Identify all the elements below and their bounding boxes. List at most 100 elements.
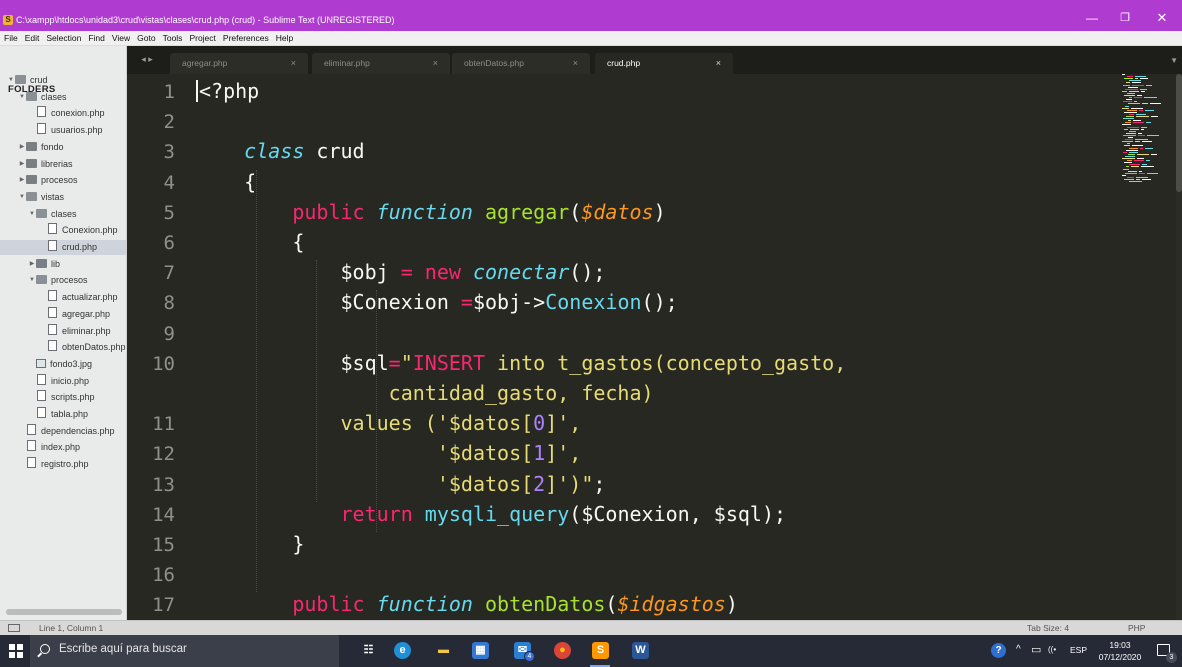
tree-item-agregar-php[interactable]: agregar.php bbox=[0, 306, 126, 322]
code-editor[interactable]: 1 2 3 4 5 6 7 8 9 10 11 12 13 14 15 16 17 <?php class cr… bbox=[127, 74, 1182, 620]
code-area[interactable]: <?php class crud { public function agreg… bbox=[127, 74, 1127, 620]
code-line: cantidad_gasto, fecha) bbox=[196, 381, 654, 405]
tree-item-crud[interactable]: ▼ crud bbox=[0, 73, 126, 88]
menu-find[interactable]: Find bbox=[84, 31, 108, 46]
wifi-icon[interactable]: ((• bbox=[1048, 645, 1056, 667]
minimap[interactable] bbox=[1122, 74, 1162, 186]
tree-item-crud-php[interactable]: crud.php bbox=[0, 240, 126, 255]
tab-navigation-arrows[interactable]: ◂ ▸ bbox=[127, 54, 167, 65]
code-line: } bbox=[196, 532, 304, 556]
taskbar-app-file-explorer[interactable]: ▬ bbox=[423, 635, 463, 667]
close-button[interactable]: ✕ bbox=[1153, 9, 1171, 27]
battery-icon[interactable]: ▭ bbox=[1031, 643, 1041, 667]
taskbar-clock[interactable]: 19:03 07/12/2020 bbox=[1097, 639, 1143, 663]
help-icon[interactable]: ? bbox=[991, 643, 1006, 658]
editor-vertical-scrollbar[interactable] bbox=[1176, 74, 1182, 620]
tab-size[interactable]: Tab Size: 4 bbox=[1027, 621, 1069, 636]
menu-file[interactable]: File bbox=[0, 31, 21, 46]
minimap-mark bbox=[1136, 179, 1140, 180]
tree-item-index-php[interactable]: index.php bbox=[0, 440, 126, 455]
close-tab-icon[interactable]: × bbox=[291, 53, 296, 74]
minimap-mark bbox=[1122, 107, 1129, 109]
code-token: conectar bbox=[472, 260, 570, 285]
scrollbar-thumb[interactable] bbox=[1176, 74, 1182, 192]
minimap-mark bbox=[1128, 137, 1133, 138]
taskbar-app-mail[interactable]: ✉ 4 bbox=[502, 635, 542, 667]
expanded-arrow-icon[interactable]: ▼ bbox=[7, 73, 15, 88]
tab-agregar[interactable]: agregar.php × bbox=[170, 53, 308, 74]
tree-item-fondo[interactable]: ▶ fondo bbox=[0, 140, 126, 155]
tree-item-usuarios-php[interactable]: usuarios.php bbox=[0, 123, 126, 138]
minimap-mark bbox=[1128, 120, 1131, 122]
menu-view[interactable]: View bbox=[108, 31, 133, 46]
collapsed-arrow-icon[interactable]: ▶ bbox=[18, 157, 26, 172]
minimap-mark bbox=[1132, 82, 1141, 84]
collapsed-arrow-icon[interactable]: ▶ bbox=[18, 140, 26, 155]
code-token: INSERT bbox=[412, 350, 485, 375]
tab-list-dropdown-icon[interactable]: ▼ bbox=[1170, 56, 1178, 65]
tree-item-procesos[interactable]: ▶ procesos bbox=[0, 173, 126, 188]
tree-item-scripts-php[interactable]: scripts.php bbox=[0, 390, 126, 405]
tree-item-dependencias-php[interactable]: dependencias.php bbox=[0, 423, 126, 439]
tab-eliminar[interactable]: eliminar.php × bbox=[312, 53, 450, 74]
panel-toggle-icon[interactable] bbox=[8, 624, 20, 632]
tree-item-lib[interactable]: ▶ lib bbox=[0, 257, 126, 272]
expanded-arrow-icon[interactable]: ▼ bbox=[18, 90, 26, 105]
tree-item-tabla-php[interactable]: tabla.php bbox=[0, 407, 126, 422]
expanded-arrow-icon[interactable]: ▼ bbox=[28, 207, 36, 222]
menu-help[interactable]: Help bbox=[272, 31, 296, 46]
taskbar-search-box[interactable]: Escribe aquí para buscar bbox=[30, 635, 339, 667]
folder-icon bbox=[36, 258, 47, 268]
tree-item-inicio-php[interactable]: inicio.php bbox=[0, 373, 126, 389]
tree-item-fondo3-jpg[interactable]: fondo3.jpg bbox=[0, 357, 126, 372]
minimap-mark bbox=[1126, 132, 1136, 134]
minimap-mark bbox=[1128, 103, 1140, 105]
windows-start-icon[interactable] bbox=[9, 644, 23, 658]
expanded-arrow-icon[interactable]: ▼ bbox=[28, 273, 36, 288]
close-tab-icon[interactable]: × bbox=[573, 53, 578, 74]
menu-goto[interactable]: Goto bbox=[133, 31, 158, 46]
tab-crud[interactable]: crud.php × bbox=[595, 53, 733, 74]
expanded-arrow-icon[interactable]: ▼ bbox=[18, 190, 26, 205]
tree-item-vistas[interactable]: ▼ vistas bbox=[0, 190, 126, 205]
taskbar-app-edge[interactable]: e bbox=[382, 635, 422, 667]
minimap-mark bbox=[1125, 105, 1129, 107]
maximize-button[interactable]: ❐ bbox=[1116, 9, 1134, 27]
tree-item-eliminar-php[interactable]: eliminar.php bbox=[0, 323, 126, 339]
syntax-mode[interactable]: PHP bbox=[1128, 621, 1145, 636]
close-tab-icon[interactable]: × bbox=[433, 53, 438, 74]
taskbar-app-word[interactable]: W bbox=[620, 635, 660, 667]
tab-obtendatos[interactable]: obtenDatos.php × bbox=[452, 53, 590, 74]
taskbar-app-chrome[interactable]: ● bbox=[542, 635, 582, 667]
file-icon bbox=[37, 390, 46, 402]
taskbar-app-sublime[interactable]: S bbox=[580, 635, 620, 667]
tree-item-procesos[interactable]: ▼ procesos bbox=[0, 273, 126, 288]
menu-edit[interactable]: Edit bbox=[21, 31, 43, 46]
code-token: = bbox=[400, 260, 413, 285]
folder-sidebar: FOLDERS ▼ crud ▼ clases conexion.php usuarios… bbox=[0, 46, 127, 620]
code-token: values ('$datos[ bbox=[196, 411, 534, 436]
minimize-button[interactable]: — bbox=[1083, 9, 1101, 27]
tree-item-clases[interactable]: ▼ clases bbox=[0, 207, 126, 222]
open-folder-icon bbox=[36, 275, 47, 285]
taskbar-app-store[interactable]: ▦ bbox=[460, 635, 500, 667]
tree-item-clases[interactable]: ▼ clases bbox=[0, 90, 126, 105]
menu-preferences[interactable]: Preferences bbox=[219, 31, 272, 46]
tree-item-conexion-php[interactable]: conexion.php bbox=[0, 106, 126, 121]
menu-tools[interactable]: Tools bbox=[159, 31, 186, 46]
tray-chevron-icon[interactable]: ^ bbox=[1016, 644, 1021, 667]
menu-project[interactable]: Project bbox=[185, 31, 218, 46]
collapsed-arrow-icon[interactable]: ▶ bbox=[28, 257, 36, 272]
close-tab-icon[interactable]: × bbox=[716, 53, 721, 74]
tree-item-registro-php[interactable]: registro.php bbox=[0, 457, 126, 472]
collapsed-arrow-icon[interactable]: ▶ bbox=[18, 173, 26, 188]
tree-item-librerias[interactable]: ▶ librerias bbox=[0, 157, 126, 172]
language-indicator[interactable]: ESP bbox=[1070, 645, 1087, 667]
search-icon bbox=[40, 644, 50, 654]
tree-item-conexion-php[interactable]: Conexion.php bbox=[0, 223, 126, 238]
tree-item-obtendatos-php[interactable]: obtenDatos.php bbox=[0, 340, 126, 355]
sidebar-horizontal-scrollbar[interactable] bbox=[6, 609, 122, 615]
tree-item-actualizar-php[interactable]: actualizar.php bbox=[0, 290, 126, 305]
menu-selection[interactable]: Selection bbox=[42, 31, 84, 46]
